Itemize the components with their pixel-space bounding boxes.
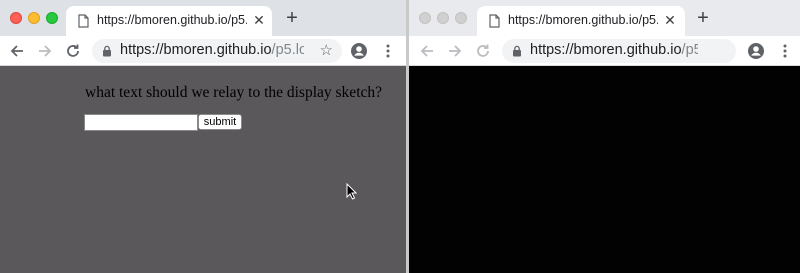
minimize-window-button[interactable] xyxy=(28,12,40,24)
close-tab-icon[interactable]: ✕ xyxy=(663,12,677,28)
url-text: https://bmoren.github.io/p5.lo... xyxy=(120,42,304,58)
tab-strip: https://bmoren.github.io/p5.loc ✕ + xyxy=(0,0,406,36)
forward-arrow-icon[interactable] xyxy=(446,42,464,60)
account-icon[interactable] xyxy=(350,42,368,60)
page-icon xyxy=(78,14,89,28)
close-tab-icon[interactable]: ✕ xyxy=(252,12,266,28)
zoom-window-button[interactable] xyxy=(455,12,467,24)
back-arrow-icon[interactable] xyxy=(418,42,436,60)
lock-icon[interactable] xyxy=(102,45,112,57)
right-browser-window: https://bmoren.github.io/p5.loc ✕ + http… xyxy=(409,0,800,273)
toolbar: https://bmoren.github.io/p5.lo... ☆ xyxy=(0,36,406,66)
submit-button[interactable]: submit xyxy=(198,114,242,130)
window-controls xyxy=(419,12,467,24)
relay-text-input[interactable] xyxy=(84,114,198,131)
menu-dots-icon[interactable] xyxy=(379,42,397,60)
reload-icon[interactable] xyxy=(64,42,82,60)
tab-title: https://bmoren.github.io/p5.loc xyxy=(508,13,658,27)
new-tab-icon[interactable]: + xyxy=(284,8,300,28)
lock-icon[interactable] xyxy=(512,45,522,57)
menu-dots-icon[interactable] xyxy=(776,42,794,60)
close-window-button[interactable] xyxy=(419,12,431,24)
prompt-text: what text should we relay to the display… xyxy=(85,84,383,101)
toolbar: https://bmoren.github.io/p5.... xyxy=(409,36,800,66)
browser-tab[interactable]: https://bmoren.github.io/p5.loc ✕ xyxy=(66,6,272,36)
star-icon[interactable]: ☆ xyxy=(320,41,333,59)
reload-icon[interactable] xyxy=(474,42,492,60)
mouse-cursor-icon xyxy=(346,183,357,200)
close-window-button[interactable] xyxy=(10,12,22,24)
window-controls xyxy=(10,12,58,24)
new-tab-icon[interactable]: + xyxy=(695,8,711,28)
forward-arrow-icon[interactable] xyxy=(36,42,54,60)
tab-title: https://bmoren.github.io/p5.loc xyxy=(97,13,247,27)
account-icon[interactable] xyxy=(747,42,765,60)
left-browser-window: https://bmoren.github.io/p5.loc ✕ + http… xyxy=(0,0,406,273)
url-text: https://bmoren.github.io/p5.... xyxy=(530,42,698,58)
browser-tab[interactable]: https://bmoren.github.io/p5.loc ✕ xyxy=(477,6,685,36)
zoom-window-button[interactable] xyxy=(46,12,58,24)
minimize-window-button[interactable] xyxy=(437,12,449,24)
address-bar[interactable]: https://bmoren.github.io/p5.lo... ☆ xyxy=(92,39,342,63)
tab-strip: https://bmoren.github.io/p5.loc ✕ + xyxy=(409,0,800,36)
display-sketch-canvas xyxy=(409,66,800,273)
page-icon xyxy=(489,14,500,28)
page-content: what text should we relay to the display… xyxy=(0,66,406,273)
address-bar[interactable]: https://bmoren.github.io/p5.... xyxy=(502,39,736,63)
back-arrow-icon[interactable] xyxy=(8,42,26,60)
